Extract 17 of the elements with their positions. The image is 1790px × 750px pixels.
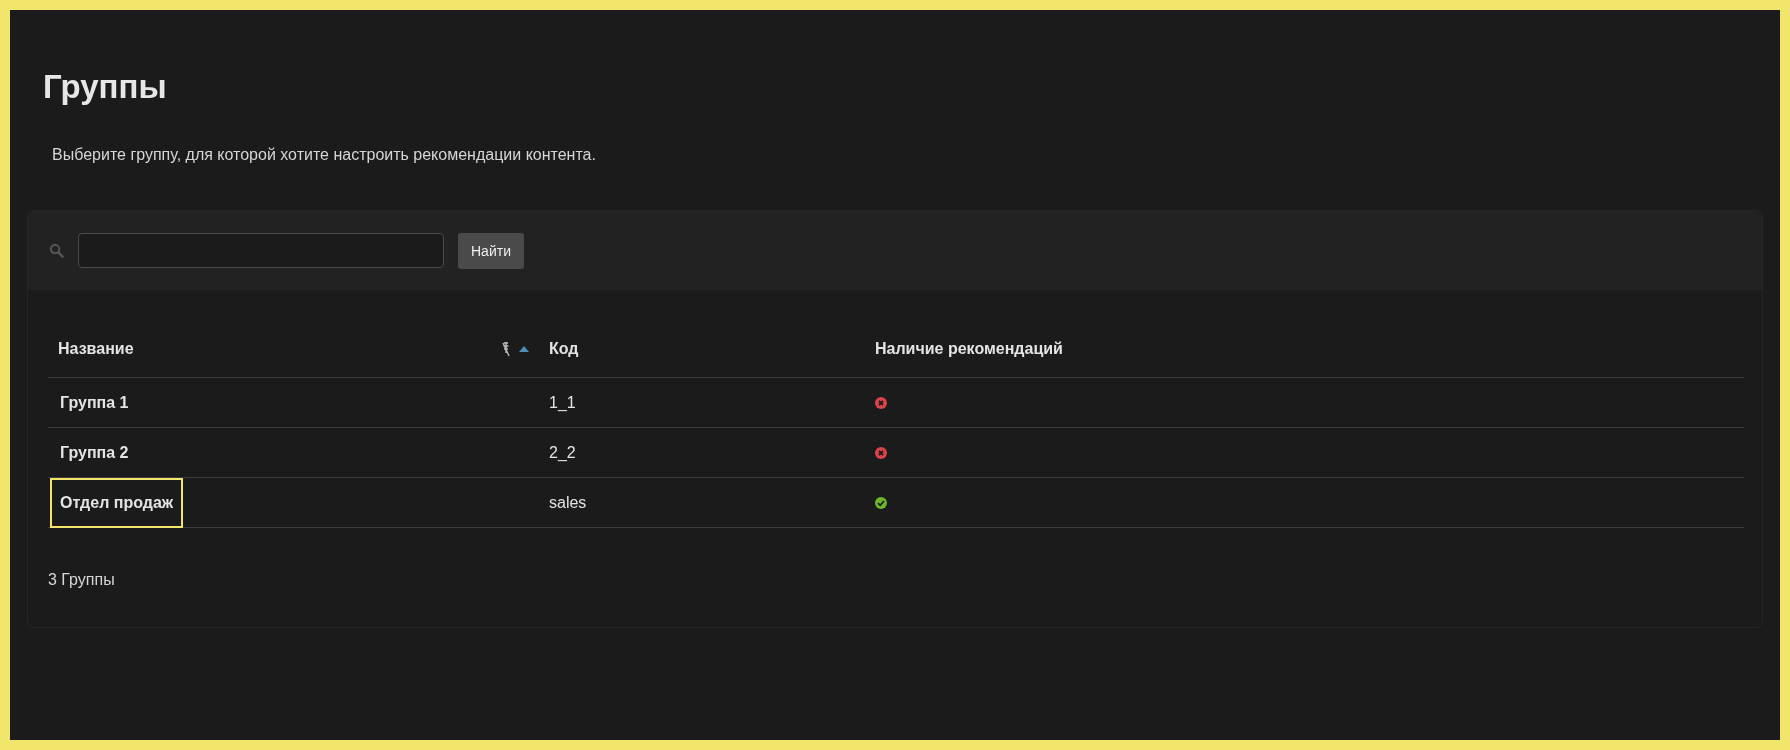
group-count: 3 Группы (48, 571, 116, 589)
code-cell: 2_2 (549, 443, 576, 462)
group-name-cell[interactable]: Группа 1 (50, 377, 139, 428)
search-icon (49, 243, 64, 258)
column-header[interactable]: Код (549, 339, 579, 358)
code-cell: 1_1 (549, 393, 576, 412)
group-name-cell[interactable]: Отдел продаж (50, 477, 184, 528)
group-name-cell[interactable]: Группа 2 (50, 427, 139, 478)
column-header[interactable]: Название (58, 339, 134, 358)
page-title: Группы (43, 68, 168, 106)
column-header[interactable]: Наличие рекомендаций (875, 339, 1063, 358)
code-cell: sales (549, 493, 587, 512)
page-description: Выберите группу, для которой хотите настроить рекомендации контента. (52, 146, 597, 164)
search-field[interactable] (78, 233, 444, 268)
crossed-pin-icon[interactable] (501, 340, 511, 357)
sort-ascending-icon[interactable] (519, 345, 529, 352)
search-button[interactable]: Найти (458, 232, 524, 269)
